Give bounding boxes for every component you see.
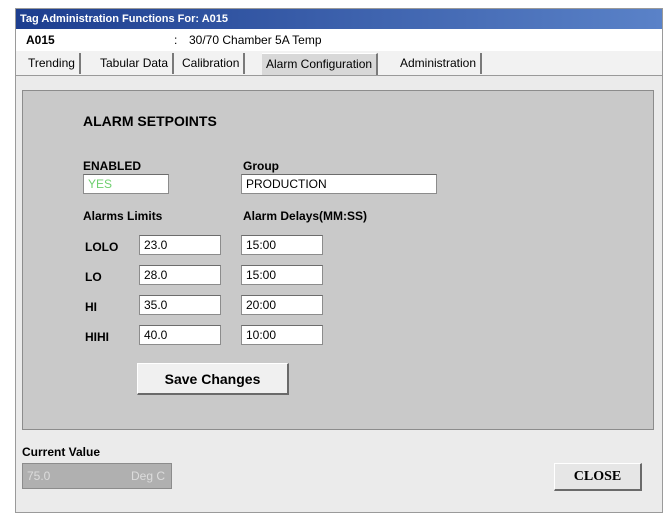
alarm-limits-label: Alarms Limits bbox=[83, 209, 163, 223]
save-changes-button[interactable]: Save Changes bbox=[137, 363, 289, 395]
tab-administration[interactable]: Administration bbox=[396, 53, 483, 74]
tab-calibration[interactable]: Calibration bbox=[178, 53, 246, 74]
tab-tabular-data[interactable]: Tabular Data bbox=[96, 53, 175, 74]
tag-id: A015 bbox=[26, 33, 55, 47]
enabled-label: ENABLED bbox=[83, 159, 142, 173]
tag-separator: : bbox=[174, 33, 178, 47]
current-value-display: 75.0 Deg C bbox=[22, 463, 172, 489]
lo-limit-field[interactable] bbox=[139, 265, 221, 285]
current-value-number: 75.0 bbox=[27, 469, 51, 483]
lolo-delay-field[interactable] bbox=[241, 235, 323, 255]
hihi-limit-field[interactable] bbox=[139, 325, 221, 345]
window-title: Tag Administration Functions For: A015 bbox=[16, 9, 662, 29]
tab-bar: Trending Tabular Data Calibration Alarm … bbox=[16, 51, 662, 76]
hi-limit-field[interactable] bbox=[139, 295, 221, 315]
tab-trending[interactable]: Trending bbox=[24, 53, 81, 74]
alarm-row-name-hi: HI bbox=[85, 300, 97, 314]
tag-info-row: A015 : 30/70 Chamber 5A Temp bbox=[16, 29, 662, 51]
hihi-delay-field[interactable] bbox=[241, 325, 323, 345]
hi-delay-field[interactable] bbox=[241, 295, 323, 315]
close-button[interactable]: CLOSE bbox=[554, 463, 642, 491]
group-field[interactable] bbox=[241, 174, 437, 194]
alarm-setpoints-heading: ALARM SETPOINTS bbox=[83, 113, 217, 129]
current-value-label: Current Value bbox=[22, 445, 101, 459]
alarm-config-panel: ALARM SETPOINTS ENABLED Group Alarms Lim… bbox=[22, 90, 654, 430]
tag-admin-window: Tag Administration Functions For: A015 A… bbox=[15, 8, 663, 513]
lo-delay-field[interactable] bbox=[241, 265, 323, 285]
alarm-row-name-hihi: HIHI bbox=[85, 330, 109, 344]
tab-alarm-configuration[interactable]: Alarm Configuration bbox=[262, 53, 379, 75]
enabled-field[interactable] bbox=[83, 174, 169, 194]
alarm-delays-label: Alarm Delays(MM:SS) bbox=[243, 209, 368, 223]
tag-description: 30/70 Chamber 5A Temp bbox=[189, 33, 322, 47]
group-label: Group bbox=[243, 159, 279, 173]
lolo-limit-field[interactable] bbox=[139, 235, 221, 255]
current-value-unit: Deg C bbox=[131, 469, 166, 483]
alarm-row-name-lolo: LOLO bbox=[85, 240, 119, 254]
alarm-row-name-lo: LO bbox=[85, 270, 102, 284]
